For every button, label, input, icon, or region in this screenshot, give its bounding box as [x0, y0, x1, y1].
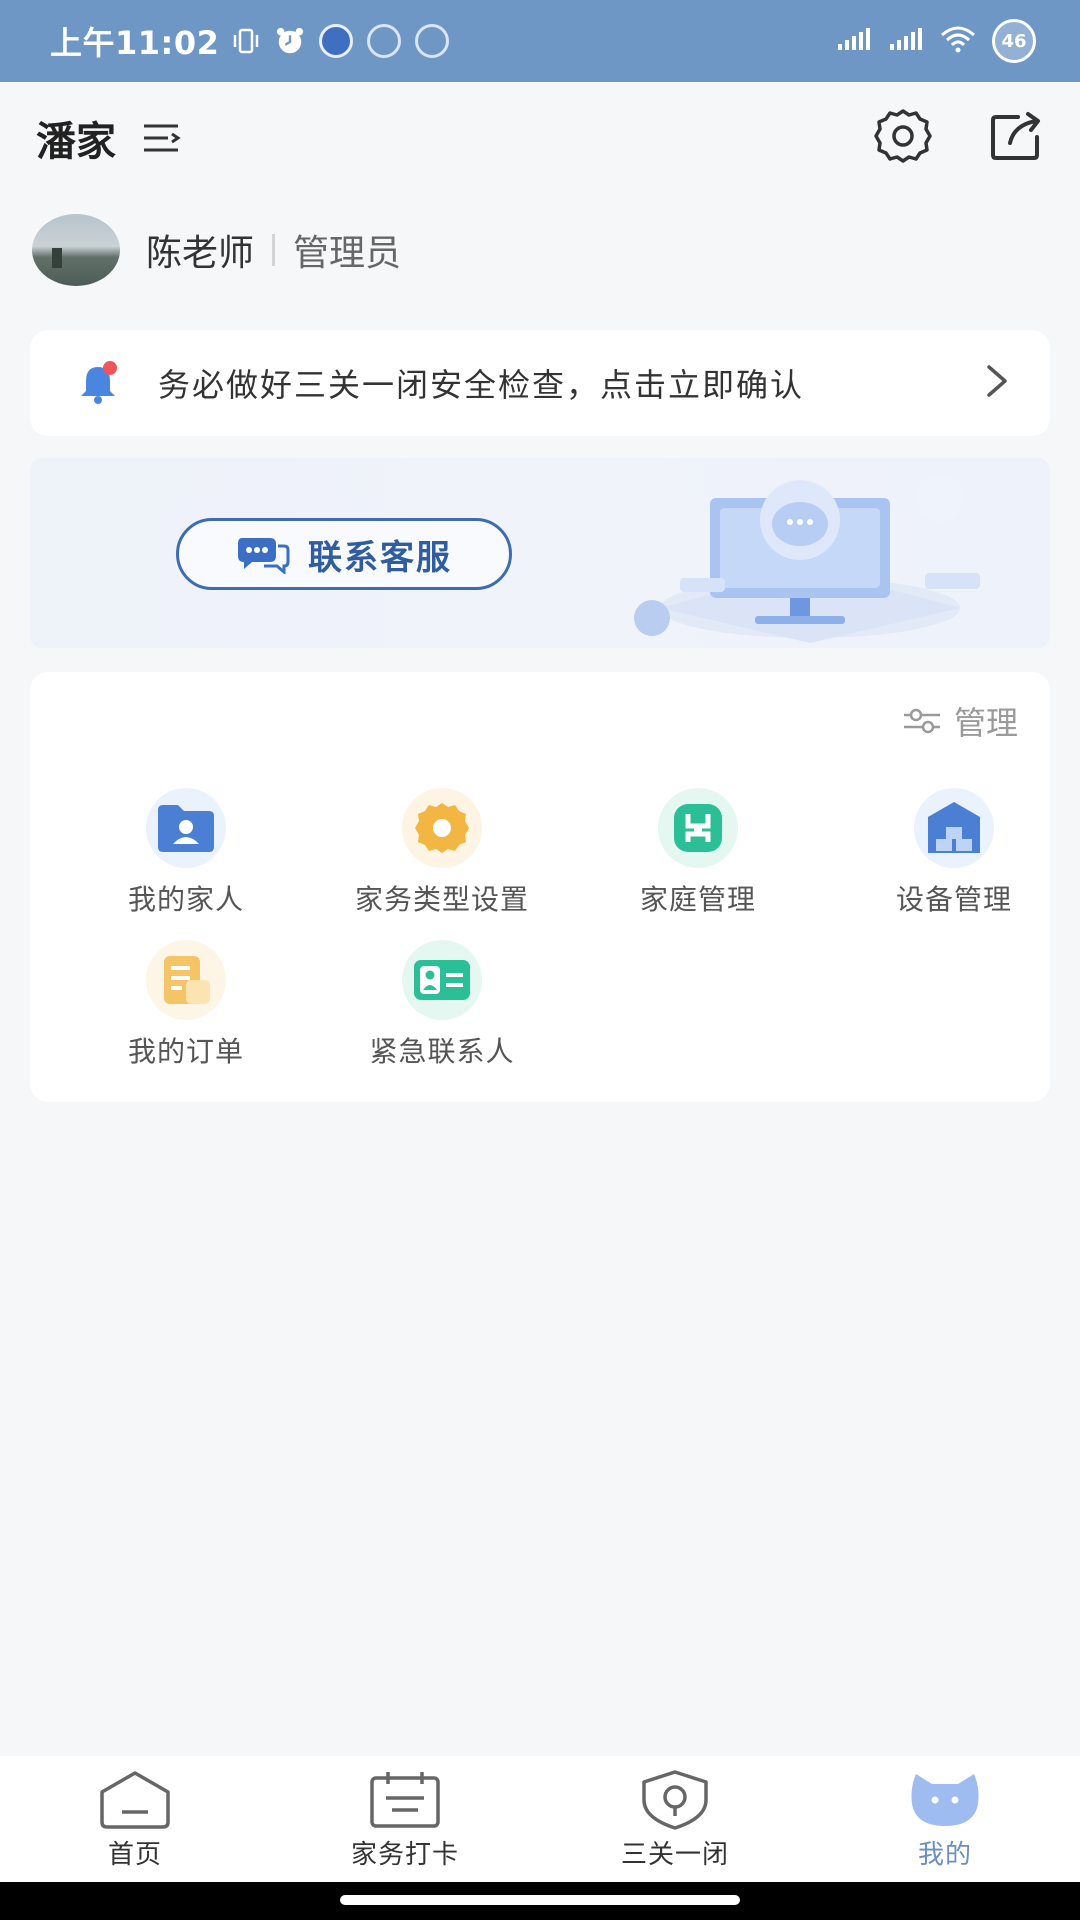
manage-button[interactable]: 管理 — [902, 698, 1018, 744]
family-title[interactable]: 潘家 — [36, 109, 116, 167]
bell-icon — [74, 359, 122, 407]
user-name: 陈老师 — [146, 233, 255, 274]
home-icon — [100, 1771, 170, 1829]
system-nav-bar — [0, 1882, 1080, 1920]
app-header: 潘家 — [0, 82, 1080, 194]
switch-home-icon[interactable] — [142, 122, 182, 154]
status-time: 上午11:02 — [50, 24, 220, 62]
wifi-icon — [940, 25, 976, 57]
order-icon — [146, 940, 226, 1020]
cat-icon — [911, 1774, 979, 1826]
divider — [272, 234, 276, 266]
chevron-right-icon[interactable] — [984, 363, 1010, 403]
grid-item-home-management[interactable]: 家庭管理 — [588, 788, 808, 918]
function-panel: 管理 我的家人 家务类型设置 家庭管理 设备管理 我的订单 紧急联系人 — [30, 672, 1050, 1102]
gear-icon — [402, 788, 482, 868]
status-bar: 上午11:02 46 — [0, 0, 1080, 82]
grid-item-label: 家务类型设置 — [354, 883, 529, 916]
bottom-tab-bar: 首页 家务打卡 三关一闭 我的 — [0, 1756, 1080, 1882]
vibrate-icon — [231, 26, 261, 56]
battery-indicator: 46 — [992, 19, 1036, 63]
home-indicator[interactable] — [340, 1895, 740, 1905]
user-role: 管理员 — [293, 233, 402, 274]
grid-item-emergency-contacts[interactable]: 紧急联系人 — [332, 940, 552, 1070]
home-manage-icon — [658, 788, 738, 868]
signal-icon — [836, 26, 872, 56]
tab-label: 首页 — [107, 1840, 162, 1870]
notice-text: 务必做好三关一闭安全检查，点击立即确认 — [158, 366, 805, 404]
tab-chore-checkin[interactable]: 家务打卡 — [270, 1756, 540, 1882]
shield-app-icon — [367, 24, 402, 58]
contact-service-label: 联系客服 — [308, 537, 452, 578]
share-icon[interactable] — [990, 111, 1044, 165]
contact-service-button[interactable]: 联系客服 — [176, 518, 512, 590]
family-icon — [146, 788, 226, 868]
grid-item-label: 我的家人 — [127, 883, 244, 916]
avatar[interactable] — [32, 214, 120, 286]
contact-card-icon — [402, 940, 482, 1020]
tab-label: 家务打卡 — [350, 1840, 459, 1870]
gear-icon[interactable] — [874, 107, 932, 169]
grid-item-label: 家庭管理 — [639, 883, 756, 916]
calendar-icon — [370, 1772, 440, 1828]
sliders-icon — [903, 708, 940, 734]
manage-label: 管理 — [953, 704, 1018, 742]
grid-item-chore-type-settings[interactable]: 家务类型设置 — [332, 788, 552, 918]
grid-item-label: 紧急联系人 — [369, 1035, 515, 1068]
grid-item-label: 设备管理 — [895, 883, 1012, 916]
user-profile[interactable]: 陈老师 管理员 — [32, 214, 401, 286]
service-robot-illustration — [634, 474, 980, 643]
info-app-icon — [319, 24, 354, 58]
tab-home[interactable]: 首页 — [0, 1756, 270, 1882]
grid-item-device-management[interactable]: 设备管理 — [844, 788, 1064, 918]
tab-three-closures[interactable]: 三关一闭 — [540, 1756, 810, 1882]
tab-label: 三关一闭 — [620, 1840, 729, 1870]
safety-notice-bar[interactable]: 务必做好三关一闭安全检查，点击立即确认 — [30, 330, 1050, 436]
grid-item-label: 我的订单 — [127, 1035, 244, 1068]
shield-icon — [642, 1770, 708, 1830]
customer-service-banner[interactable]: 联系客服 — [30, 458, 1050, 648]
grid-item-my-family[interactable]: 我的家人 — [76, 788, 296, 918]
alarm-icon — [275, 26, 305, 56]
grid-item-my-orders[interactable]: 我的订单 — [76, 940, 296, 1070]
chat-bubble-icon — [238, 538, 290, 574]
device-icon — [914, 788, 994, 868]
signal-icon — [888, 26, 924, 56]
tab-mine[interactable]: 我的 — [810, 1756, 1080, 1882]
home-app-icon — [415, 24, 450, 58]
tab-label: 我的 — [917, 1840, 972, 1870]
